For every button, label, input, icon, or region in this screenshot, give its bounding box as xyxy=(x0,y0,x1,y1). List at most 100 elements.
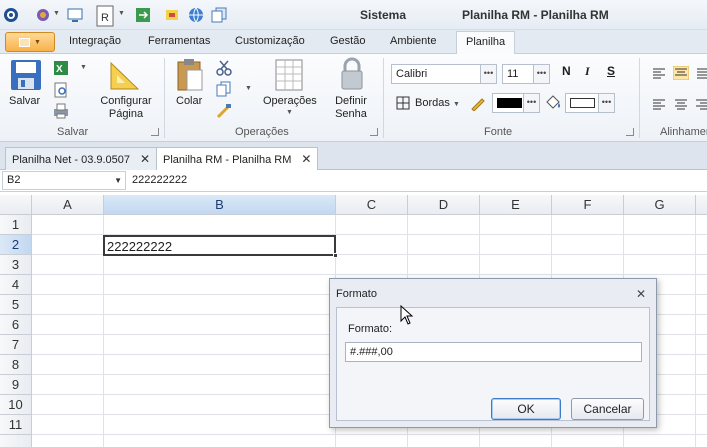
color-swatch xyxy=(570,98,595,108)
group-divider xyxy=(164,58,165,138)
doc-tab-planilha-rm[interactable]: Planilha RM - Planilha RM ✕ xyxy=(156,147,319,171)
export-icon[interactable] xyxy=(134,6,152,24)
fill-bucket-icon[interactable] xyxy=(544,94,562,112)
column-header-c[interactable]: C xyxy=(336,195,408,215)
lock-icon[interactable] xyxy=(34,6,52,24)
row-header-9[interactable]: 9 xyxy=(0,375,32,395)
document-r-icon[interactable]: R xyxy=(95,4,115,28)
row-header-10[interactable]: 10 xyxy=(0,395,32,415)
column-header-d[interactable]: D xyxy=(408,195,480,215)
select-all-corner[interactable] xyxy=(0,195,32,215)
operacoes-launcher-icon[interactable] xyxy=(370,128,378,136)
align-middle-icon[interactable] xyxy=(673,66,689,80)
print-icon[interactable] xyxy=(53,103,69,119)
column-header-f[interactable]: F xyxy=(552,195,624,215)
more-icon[interactable]: ••• xyxy=(523,94,539,112)
save-button-label: Salvar xyxy=(9,95,41,107)
tab-gestao[interactable]: Gestão xyxy=(330,35,365,47)
column-header-g[interactable]: G xyxy=(624,195,696,215)
row-header-12[interactable] xyxy=(0,435,32,447)
name-box[interactable]: B2 ▼ xyxy=(2,171,126,190)
scissors-icon[interactable] xyxy=(216,60,232,76)
chevron-down-icon[interactable]: ▼ xyxy=(53,10,60,17)
row-header-11[interactable]: 11 xyxy=(0,415,32,435)
tab-planilha[interactable]: Planilha xyxy=(456,31,516,55)
cancel-button[interactable]: Cancelar xyxy=(571,398,644,420)
format-label: Formato: xyxy=(348,323,393,335)
group-label-alinhamento: Alinhamen xyxy=(660,126,707,138)
close-icon[interactable]: ✕ xyxy=(636,287,646,301)
salvar-launcher-icon[interactable] xyxy=(151,128,159,136)
formula-input[interactable]: 222222222 xyxy=(132,174,187,186)
fill-handle[interactable] xyxy=(333,253,338,258)
copy-icon[interactable] xyxy=(216,81,232,97)
column-header-b[interactable]: B xyxy=(104,195,336,215)
font-name-combo[interactable]: Calibri ••• xyxy=(391,64,497,84)
clipboard-icon xyxy=(177,59,203,91)
tab-ambiente[interactable]: Ambiente xyxy=(390,35,436,47)
row-header-4[interactable]: 4 xyxy=(0,275,32,295)
tab-integracao[interactable]: Integração xyxy=(69,35,121,47)
chevron-down-icon[interactable]: ▼ xyxy=(118,10,125,17)
format-painter-icon[interactable] xyxy=(216,103,232,119)
chevron-down-icon: ▼ xyxy=(286,109,293,116)
doc-tab-label: Planilha RM - Planilha RM xyxy=(163,154,292,166)
row-header-6[interactable]: 6 xyxy=(0,315,32,335)
chevron-down-icon: ▼ xyxy=(453,101,460,108)
close-icon[interactable]: ✕ xyxy=(140,152,150,166)
configure-page-label: Configurar Página xyxy=(100,95,152,120)
paste-button-label: Colar xyxy=(176,95,203,107)
operations-button-label: Operações xyxy=(263,95,317,107)
ok-button[interactable]: OK xyxy=(491,398,561,420)
doc-tab-planilha-net[interactable]: Planilha Net - 03.9.0507 ✕ xyxy=(5,147,158,170)
align-bottom-icon[interactable] xyxy=(696,67,707,79)
menu-tab-row: ▼ Integração Ferramentas Customização Ge… xyxy=(0,30,707,55)
more-icon[interactable]: ••• xyxy=(598,94,614,112)
align-center-icon[interactable] xyxy=(674,98,688,110)
more-icon[interactable]: ••• xyxy=(480,65,496,83)
ribbon: Salvar X ▼ Configurar Página Salvar Cola… xyxy=(0,54,707,142)
more-icon[interactable]: ••• xyxy=(533,65,549,83)
selected-cell-b2[interactable]: 222222222 xyxy=(103,235,338,258)
file-menu-button[interactable]: ▼ xyxy=(5,32,55,52)
column-header-a[interactable]: A xyxy=(32,195,104,215)
excel-icon[interactable]: X xyxy=(53,60,69,76)
globe-icon[interactable] xyxy=(187,6,205,24)
grid-line xyxy=(32,274,707,275)
font-size-value: 11 xyxy=(507,68,519,80)
format-input[interactable] xyxy=(345,342,642,362)
row-header-5[interactable]: 5 xyxy=(0,295,32,315)
row-header-3[interactable]: 3 xyxy=(0,255,32,275)
font-size-combo[interactable]: 11 ••• xyxy=(502,64,550,84)
align-right-icon[interactable] xyxy=(696,98,707,110)
column-header-e[interactable]: E xyxy=(480,195,552,215)
pencil-icon[interactable] xyxy=(470,95,486,111)
close-icon[interactable]: ✕ xyxy=(301,152,311,166)
chevron-down-icon[interactable]: ▼ xyxy=(245,85,252,92)
align-left-icon[interactable] xyxy=(652,98,666,110)
tab-ferramentas[interactable]: Ferramentas xyxy=(148,35,210,47)
align-left-top-icon[interactable] xyxy=(652,67,666,79)
copy-icon[interactable] xyxy=(210,6,228,24)
chevron-down-icon: ▼ xyxy=(34,38,41,46)
fill-color-picker[interactable]: ••• xyxy=(565,93,615,113)
bold-button[interactable]: N xyxy=(562,64,571,78)
italic-button[interactable]: I xyxy=(585,64,590,79)
paint-icon[interactable] xyxy=(163,6,181,24)
tab-customizacao[interactable]: Customização xyxy=(235,35,305,47)
app-logo-icon[interactable] xyxy=(2,6,20,24)
doc-tab-label: Planilha Net - 03.9.0507 xyxy=(12,154,131,166)
dialog-body: Formato: OK Cancelar xyxy=(336,307,650,421)
row-header-2[interactable]: 2 xyxy=(0,235,32,255)
print-preview-icon[interactable] xyxy=(53,82,69,98)
row-header-8[interactable]: 8 xyxy=(0,355,32,375)
column-header-partial[interactable] xyxy=(696,195,707,215)
chevron-down-icon[interactable]: ▼ xyxy=(114,176,122,185)
fonte-launcher-icon[interactable] xyxy=(626,128,634,136)
line-color-picker[interactable]: ••• xyxy=(492,93,540,113)
row-header-7[interactable]: 7 xyxy=(0,335,32,355)
chevron-down-icon[interactable]: ▼ xyxy=(80,64,87,71)
monitor-icon[interactable] xyxy=(66,6,84,24)
row-header-1[interactable]: 1 xyxy=(0,215,32,235)
strikethrough-button[interactable]: S xyxy=(607,64,615,78)
